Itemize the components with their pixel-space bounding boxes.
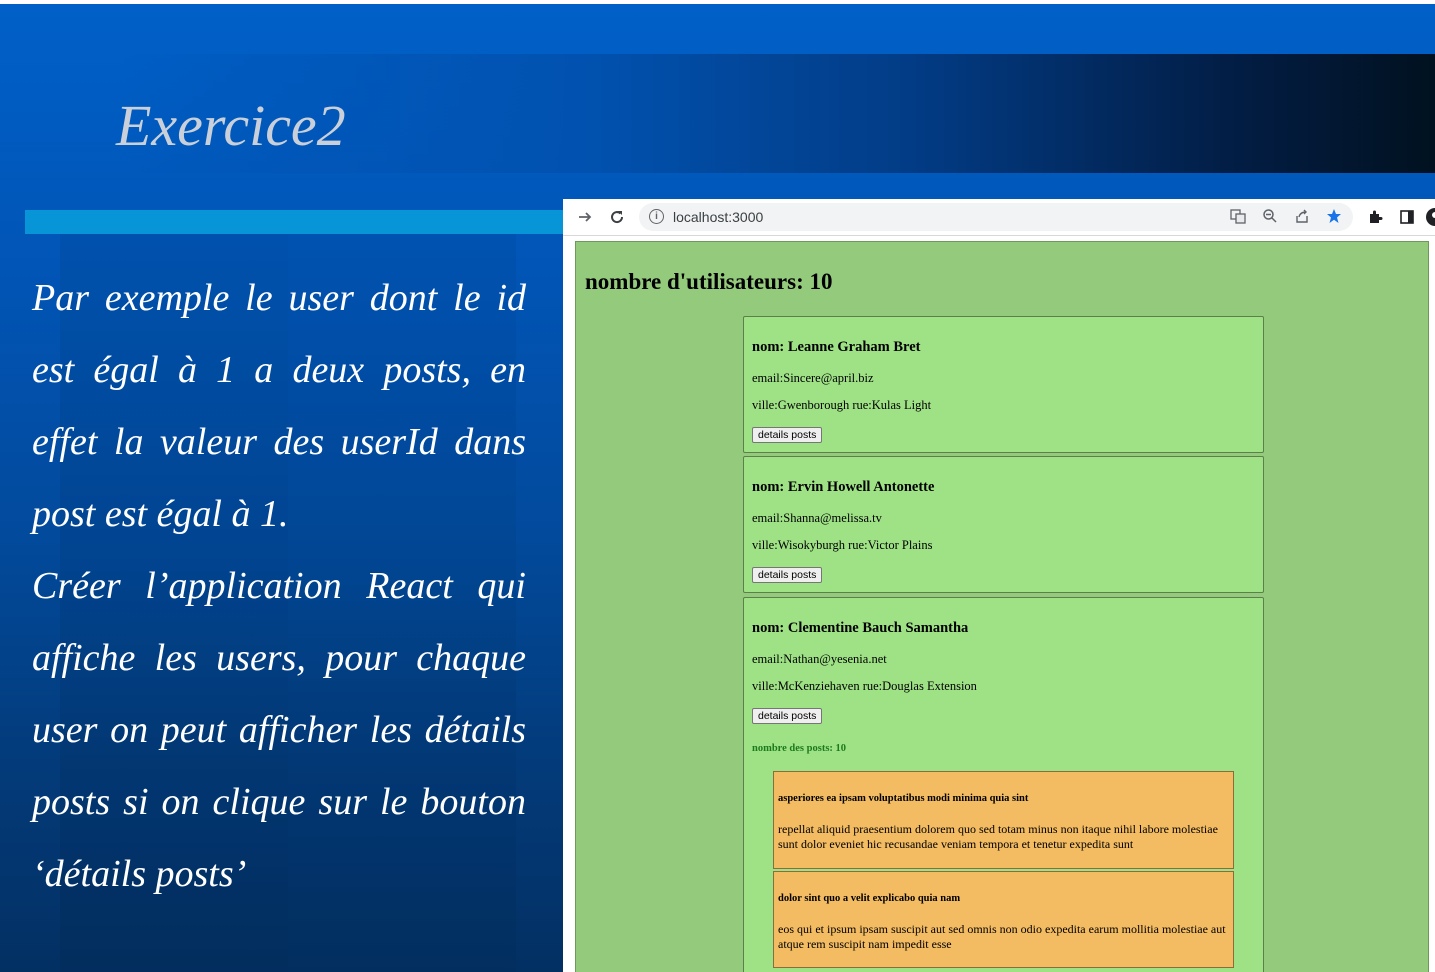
browser-toolbar: i localhost:3000 — [563, 199, 1435, 236]
user-email: email:Shanna@melissa.tv — [752, 511, 882, 525]
post-title: dolor sint quo a velit explicabo quia na… — [778, 893, 961, 904]
details-posts-button[interactable]: details posts — [752, 567, 823, 583]
post-title: asperiores ea ipsam voluptatibus modi mi… — [778, 793, 1029, 804]
reload-icon[interactable] — [607, 207, 627, 227]
details-posts-button[interactable]: details posts — [752, 708, 823, 724]
user-card: nom: Leanne Graham Bret email:Sincere@ap… — [743, 316, 1264, 453]
info-icon[interactable]: i — [649, 209, 664, 224]
user-count-heading: nombre d'utilisateurs: 10 — [585, 269, 833, 294]
star-icon[interactable] — [1325, 208, 1343, 226]
user-address: ville:Gwenborough rue:Kulas Light — [752, 398, 932, 412]
side-panel-icon[interactable] — [1397, 207, 1417, 227]
address-bar[interactable]: i localhost:3000 — [639, 203, 1353, 231]
user-email: email:Nathan@yesenia.net — [752, 652, 887, 666]
share-icon[interactable] — [1293, 208, 1311, 226]
profile-avatar[interactable] — [1425, 207, 1435, 227]
forward-arrow-icon[interactable] — [575, 207, 595, 227]
url-text[interactable]: localhost:3000 — [673, 209, 763, 225]
slide-top-stripe — [0, 0, 1435, 4]
user-card: nom: Ervin Howell Antonette email:Shanna… — [743, 456, 1264, 593]
post-body: eos qui et ipsum ipsam suscipit aut sed … — [778, 922, 1226, 951]
user-name: nom: Leanne Graham Bret — [752, 339, 921, 355]
user-name: nom: Clementine Bauch Samantha — [752, 620, 969, 636]
extensions-icon[interactable] — [1365, 207, 1385, 227]
user-name: nom: Ervin Howell Antonette — [752, 479, 935, 495]
user-address: ville:Wisokyburgh rue:Victor Plains — [752, 538, 933, 552]
post-card: asperiores ea ipsam voluptatibus modi mi… — [773, 771, 1234, 869]
user-address: ville:McKenziehaven rue:Douglas Extensio… — [752, 679, 977, 693]
translate-icon[interactable] — [1229, 208, 1247, 226]
post-body: repellat aliquid praesentium dolorem quo… — [778, 822, 1218, 851]
slide-body: Par exemple le user dont le id est égal … — [32, 262, 526, 910]
browser-window: i localhost:3000 nombre d'utilisateurs: … — [563, 199, 1435, 972]
post-card: dolor sint quo a velit explicabo quia na… — [773, 871, 1234, 968]
slide-paragraph: Par exemple le user dont le id est égal … — [32, 277, 526, 535]
zoom-icon[interactable] — [1261, 208, 1279, 226]
user-email: email:Sincere@april.biz — [752, 371, 874, 385]
user-card: nom: Clementine Bauch Samantha email:Nat… — [743, 597, 1264, 972]
slide-title: Exercice2 — [116, 93, 346, 158]
slide-paragraph: Créer l’application React qui affiche le… — [32, 565, 526, 895]
page-viewport: nombre d'utilisateurs: 10 nom: Leanne Gr… — [563, 236, 1435, 972]
accent-bar — [25, 210, 570, 234]
posts-count: nombre des posts: 10 — [752, 743, 847, 754]
details-posts-button[interactable]: details posts — [752, 427, 823, 443]
app-container: nombre d'utilisateurs: 10 nom: Leanne Gr… — [575, 241, 1429, 972]
